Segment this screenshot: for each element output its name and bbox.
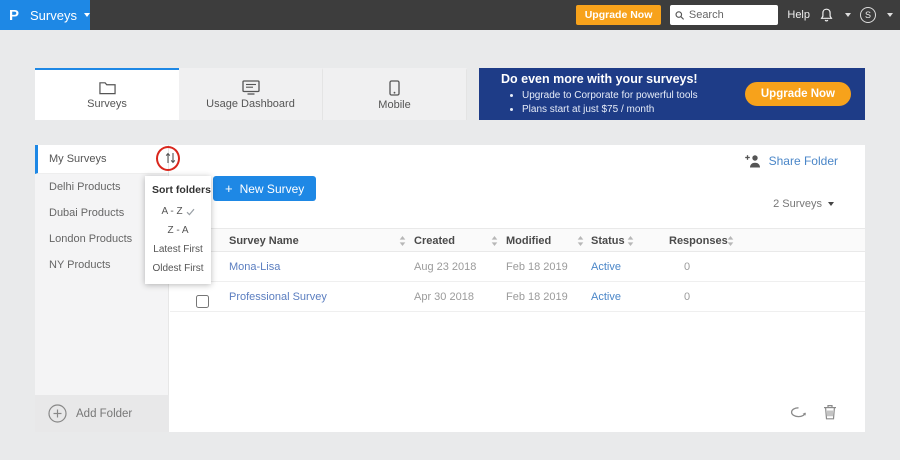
notifications-bell-icon[interactable] [819,7,834,23]
bell-chevron-icon[interactable] [845,13,851,17]
menu-item-label: Oldest First [152,263,204,274]
sort-icon[interactable] [727,236,734,246]
responses-count: 0 [684,291,691,303]
table-row: Professional Survey Apr 30 2018 Feb 18 2… [170,282,865,312]
mobile-icon [389,79,400,96]
search-input[interactable] [688,9,774,21]
banner-bullet: Upgrade to Corporate for powerful tools [522,89,698,103]
checkbox[interactable] [196,295,209,308]
banner-bullet: Plans start at just $75 / month [522,103,698,117]
chevron-down-icon [828,202,834,206]
topbar-actions: Upgrade Now Help S [575,5,900,25]
new-survey-button[interactable]: + New Survey [213,176,317,201]
row-checkbox[interactable] [196,290,209,320]
add-folder-button[interactable]: Add Folder [35,395,169,432]
footer-actions [790,404,837,420]
menu-item-label: Latest First [153,244,203,255]
menu-item-label: A - Z [161,206,183,217]
status-badge: Active [591,291,621,303]
menu-item-latest-first[interactable]: Latest First [145,240,211,259]
tabs-banner-card: Surveys Usage Dashboard Mobile Do even m… [35,68,865,120]
page: P Surveys Upgrade Now Help S Surveys [0,0,900,460]
tab-label: Surveys [87,97,127,110]
restore-button[interactable] [790,406,807,419]
sort-folders-button[interactable] [164,151,177,170]
tab-label: Usage Dashboard [206,98,295,110]
column-header-responses[interactable]: Responses [669,229,728,253]
product-switcher[interactable]: P Surveys [0,0,90,30]
chevron-down-icon [83,13,90,17]
created-date: Aug 23 2018 [414,261,477,273]
menu-item-z-a[interactable]: Z - A [145,221,211,240]
product-menu-label: Surveys [30,7,77,23]
tab-mobile[interactable]: Mobile [323,68,467,120]
survey-name-link[interactable]: Mona-Lisa [229,252,280,282]
share-folder-label: Share Folder [768,154,838,168]
sort-icon[interactable] [627,236,634,246]
sort-folders-menu: Sort folders A - Z Z - A Latest First Ol… [145,176,211,284]
survey-name-link[interactable]: Professional Survey [229,282,327,312]
upgrade-now-button[interactable]: Upgrade Now [575,5,662,25]
account-chevron-icon[interactable] [887,13,893,17]
menu-item-a-z[interactable]: A - Z [145,202,211,221]
responses-count: 0 [684,261,691,273]
tab-bar: Surveys Usage Dashboard Mobile [35,68,473,120]
menu-item-oldest-first[interactable]: Oldest First [145,259,211,278]
table-header-row: Survey Name Created Modified Status Resp… [170,228,865,252]
sidebar-item-my-surveys[interactable]: My Surveys [35,145,168,174]
surveys-table: Survey Name Created Modified Status Resp… [170,228,865,312]
table-row: Mona-Lisa Aug 23 2018 Feb 18 2019 Active… [170,252,865,282]
created-date: Apr 30 2018 [414,291,474,303]
modified-date: Feb 18 2019 [506,261,568,273]
sort-icon[interactable] [399,236,406,246]
sort-icon[interactable] [491,236,498,246]
folder-content: Share Folder + New Survey 2 Surveys Surv… [170,145,865,432]
share-folder-person-icon [744,155,760,168]
new-survey-label: New Survey [239,181,305,196]
survey-count-label: 2 Surveys [773,198,822,210]
delete-button[interactable] [823,404,837,420]
banner-title: Do even more with your surveys! [501,71,698,86]
menu-item-label: Z - A [167,225,189,236]
survey-count-dropdown[interactable]: 2 Surveys [773,198,834,210]
proprofs-logo: P [9,6,20,24]
column-header-created[interactable]: Created [414,229,455,253]
upgrade-banner: Do even more with your surveys! Upgrade … [479,68,865,120]
add-folder-label: Add Folder [76,407,133,420]
top-bar: P Surveys Upgrade Now Help S [0,0,900,30]
tab-usage-dashboard[interactable]: Usage Dashboard [179,68,323,120]
help-link[interactable]: Help [787,9,810,21]
restore-loop-icon [790,406,806,417]
column-header-modified[interactable]: Modified [506,229,551,253]
search-icon [675,10,685,20]
circle-plus-icon [48,404,67,423]
banner-bullets: Upgrade to Corporate for powerful tools … [501,89,698,117]
modified-date: Feb 18 2019 [506,291,568,303]
status-badge: Active [591,261,621,273]
banner-text: Do even more with your surveys! Upgrade … [501,72,698,117]
tab-label: Mobile [378,98,411,111]
banner-upgrade-button[interactable]: Upgrade Now [744,82,851,106]
check-icon [186,208,195,215]
plus-icon: + [225,181,233,196]
share-folder-button[interactable]: Share Folder [744,154,838,168]
column-header-status[interactable]: Status [591,229,625,253]
dashboard-icon [241,80,260,95]
trash-icon [824,405,836,420]
avatar[interactable]: S [860,7,876,23]
column-header-survey-name[interactable]: Survey Name [229,229,299,253]
folder-icon [98,81,116,94]
sort-icon[interactable] [577,236,584,246]
sort-arrows-icon [165,152,176,164]
sort-menu-title: Sort folders [152,184,211,196]
tab-surveys[interactable]: Surveys [35,68,179,120]
search-box[interactable] [670,5,779,25]
